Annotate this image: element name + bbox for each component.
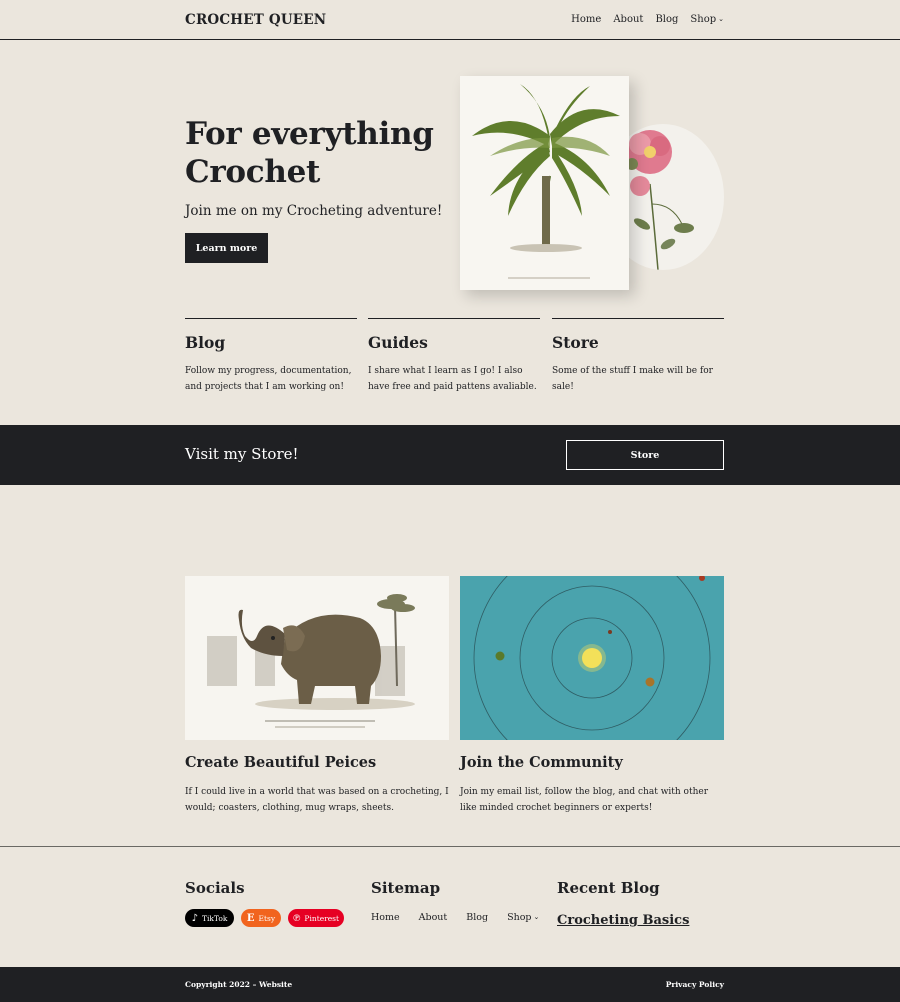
feature-title: Store — [552, 333, 599, 352]
store-banner-title: Visit my Store! — [185, 445, 299, 463]
feature-text: I share what I learn as I go! I also hav… — [368, 366, 537, 392]
nav-blog[interactable]: Blog — [655, 14, 678, 25]
etsy-button[interactable]: E Etsy — [241, 909, 281, 927]
nav-home[interactable]: Home — [571, 14, 601, 25]
etsy-label: Etsy — [258, 913, 276, 923]
sitemap-blog[interactable]: Blog — [466, 912, 488, 923]
feature-text: Some of the stuff I make will be for sal… — [552, 366, 713, 392]
solar-system-illustration — [460, 576, 724, 740]
card-title-pieces: Create Beautiful Peices — [185, 754, 377, 771]
sitemap-home[interactable]: Home — [371, 912, 400, 923]
store-button[interactable]: Store — [566, 440, 724, 470]
palm-illustration-card — [460, 76, 629, 290]
elephant-illustration — [185, 576, 449, 740]
feature-text: Follow my progress, documentation, and p… — [185, 366, 352, 392]
tiktok-icon: ♪ — [191, 912, 198, 924]
sitemap-shop[interactable]: Shop ⌄ — [507, 912, 539, 923]
card-title-community: Join the Community — [460, 754, 623, 771]
sitemap-heading: Sitemap — [371, 879, 441, 897]
pinterest-icon: ℗ — [292, 912, 301, 924]
privacy-policy-link[interactable]: Privacy Policy — [666, 980, 724, 989]
chevron-down-icon: ⌄ — [533, 913, 540, 921]
recent-post-link[interactable]: Crocheting Basics — [557, 913, 689, 928]
nav-about[interactable]: About — [613, 14, 643, 25]
pinterest-label: Pinterest — [304, 913, 340, 923]
nav-shop-label: Shop — [690, 14, 717, 25]
learn-more-button[interactable]: Learn more — [185, 233, 268, 263]
store-banner: Visit my Store! Store — [0, 425, 900, 485]
feature-title: Blog — [185, 333, 226, 352]
feature-guides: Guides I share what I learn as I go! I a… — [368, 318, 540, 395]
sitemap-about[interactable]: About — [419, 912, 448, 923]
socials-heading: Socials — [185, 879, 245, 897]
recent-blog-heading: Recent Blog — [557, 879, 660, 897]
nav-shop[interactable]: Shop ⌄ — [690, 14, 724, 25]
chevron-down-icon: ⌄ — [718, 15, 724, 23]
main-nav: Home About Blog Shop ⌄ — [571, 14, 724, 25]
card-text-pieces: If I could live in a world that was base… — [185, 787, 449, 813]
feature-blog: Blog Follow my progress, documentation, … — [185, 318, 357, 395]
site-title[interactable]: CROCHET QUEEN — [185, 12, 326, 28]
etsy-icon: E — [246, 912, 255, 924]
footer-bottom-bar: Copyright 2022 – Website Privacy Policy — [0, 967, 900, 1002]
tiktok-button[interactable]: ♪ TikTok — [185, 909, 234, 927]
pinterest-button[interactable]: ℗ Pinterest — [288, 909, 344, 927]
feature-store: Store Some of the stuff I make will be f… — [552, 318, 724, 395]
card-text-community: Join my email list, follow the blog, and… — [460, 787, 709, 813]
sitemap-shop-label: Shop — [507, 912, 532, 923]
footer-divider — [0, 846, 900, 847]
hero-subtitle: Join me on my Crocheting adventure! — [185, 203, 443, 219]
tiktok-label: TikTok — [201, 913, 228, 923]
copyright-text: Copyright 2022 – Website — [185, 980, 293, 989]
site-header: CROCHET QUEEN Home About Blog Shop ⌄ — [0, 0, 900, 40]
hero-title: For everything Crochet — [185, 116, 434, 190]
sitemap-nav: Home About Blog Shop ⌄ — [371, 912, 539, 923]
feature-title: Guides — [368, 333, 428, 352]
